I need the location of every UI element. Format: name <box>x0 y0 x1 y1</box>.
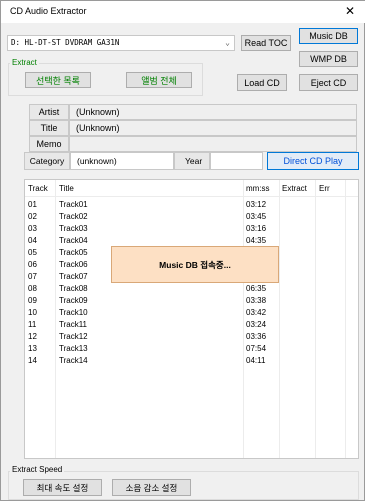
track-time: 03:36 <box>246 332 267 341</box>
track-list[interactable]: Track Title mm:ss Extract Err 01 Track01 0… <box>24 179 359 459</box>
extract-speed-label: Extract Speed <box>10 465 65 474</box>
track-number: 01 <box>28 200 37 209</box>
track-title: Track08 <box>59 284 88 293</box>
track-title: Track10 <box>59 308 88 317</box>
track-number: 07 <box>28 272 37 281</box>
track-time: 03:12 <box>246 200 267 209</box>
header-title: Title <box>59 184 74 193</box>
track-title: Track06 <box>59 260 88 269</box>
selected-list-button[interactable]: 선택한 목록 <box>25 72 91 88</box>
track-number: 10 <box>28 308 37 317</box>
table-row[interactable]: 03 Track03 03:16 <box>25 223 358 234</box>
drive-select[interactable]: D: HL-DT-ST DVDRAM GA31N ⌄ <box>7 35 235 51</box>
table-row[interactable]: 09 Track09 03:38 <box>25 295 358 306</box>
table-row[interactable]: 08 Track08 06:35 <box>25 283 358 294</box>
track-title: Track05 <box>59 248 88 257</box>
track-number: 13 <box>28 344 37 353</box>
title-bar: CD Audio Extractor ✕ <box>1 1 365 23</box>
track-number: 11 <box>28 320 37 329</box>
artist-value[interactable]: (Unknown) <box>69 104 357 120</box>
year-label: Year <box>174 152 210 170</box>
track-number: 12 <box>28 332 37 341</box>
memo-label: Memo <box>29 136 69 152</box>
track-number: 09 <box>28 296 37 305</box>
max-speed-button[interactable]: 최대 속도 설정 <box>23 479 102 496</box>
track-number: 05 <box>28 248 37 257</box>
title-value[interactable]: (Unknown) <box>69 120 357 136</box>
wmp-db-button[interactable]: WMP DB <box>299 51 358 67</box>
header-track: Track <box>28 184 48 193</box>
whole-album-button[interactable]: 앨범 전체 <box>126 72 192 88</box>
direct-cd-play-button[interactable]: Direct CD Play <box>267 152 359 170</box>
drive-select-value: D: HL-DT-ST DVDRAM GA31N <box>11 38 120 47</box>
window-title: CD Audio Extractor <box>10 6 87 16</box>
table-row[interactable]: 11 Track11 03:24 <box>25 319 358 330</box>
table-row[interactable]: 04 Track04 04:35 <box>25 235 358 246</box>
extract-label: Extract <box>10 58 39 67</box>
track-title: Track09 <box>59 296 88 305</box>
table-row[interactable]: 01 Track01 03:12 <box>25 199 358 210</box>
table-row[interactable]: 02 Track02 03:45 <box>25 211 358 222</box>
track-title: Track02 <box>59 212 88 221</box>
year-value[interactable] <box>210 152 263 170</box>
track-time: 04:11 <box>246 356 266 365</box>
track-number: 04 <box>28 236 37 245</box>
app-window: CD Audio Extractor ✕ D: HL-DT-ST DVDRAM … <box>0 0 365 501</box>
track-number: 03 <box>28 224 37 233</box>
title-label: Title <box>29 120 69 136</box>
music-db-connecting-popup: Music DB 접속중... <box>111 246 279 283</box>
eject-cd-button[interactable]: Eject CD <box>299 74 358 91</box>
table-row[interactable]: 10 Track10 03:42 <box>25 307 358 318</box>
table-row[interactable]: 12 Track12 03:36 <box>25 331 358 342</box>
noise-reduction-button[interactable]: 소음 감소 설정 <box>112 479 191 496</box>
chevron-down-icon: ⌄ <box>225 38 230 47</box>
load-cd-button[interactable]: Load CD <box>237 74 287 91</box>
category-label: Category <box>24 152 70 170</box>
track-time: 07:54 <box>246 344 267 353</box>
header-time: mm:ss <box>246 184 270 193</box>
track-time: 03:45 <box>246 212 267 221</box>
category-value[interactable]: (unknown) <box>70 152 174 170</box>
track-title: Track04 <box>59 236 88 245</box>
track-list-header: Track Title mm:ss Extract Err <box>25 180 358 196</box>
music-db-button[interactable]: Music DB <box>299 28 358 44</box>
track-time: 03:42 <box>246 308 267 317</box>
track-title: Track03 <box>59 224 88 233</box>
header-err: Err <box>319 184 330 193</box>
memo-value[interactable] <box>69 136 357 152</box>
track-number: 08 <box>28 284 37 293</box>
track-time: 03:24 <box>246 320 267 329</box>
track-title: Track12 <box>59 332 88 341</box>
table-row[interactable]: 13 Track13 07:54 <box>25 343 358 354</box>
close-icon[interactable]: ✕ <box>342 3 358 19</box>
track-number: 02 <box>28 212 37 221</box>
track-time: 03:38 <box>246 296 267 305</box>
track-title: Track01 <box>59 200 88 209</box>
track-title: Track11 <box>59 320 88 329</box>
track-time: 04:35 <box>246 236 267 245</box>
track-title: Track07 <box>59 272 88 281</box>
track-number: 06 <box>28 260 37 269</box>
track-title: Track14 <box>59 356 88 365</box>
track-number: 14 <box>28 356 37 365</box>
track-title: Track13 <box>59 344 88 353</box>
track-time: 03:16 <box>246 224 267 233</box>
track-time: 06:35 <box>246 284 267 293</box>
header-extract: Extract <box>282 184 307 193</box>
table-row[interactable]: 14 Track14 04:11 <box>25 355 358 366</box>
read-toc-button[interactable]: Read TOC <box>241 35 291 51</box>
artist-label: Artist <box>29 104 69 120</box>
